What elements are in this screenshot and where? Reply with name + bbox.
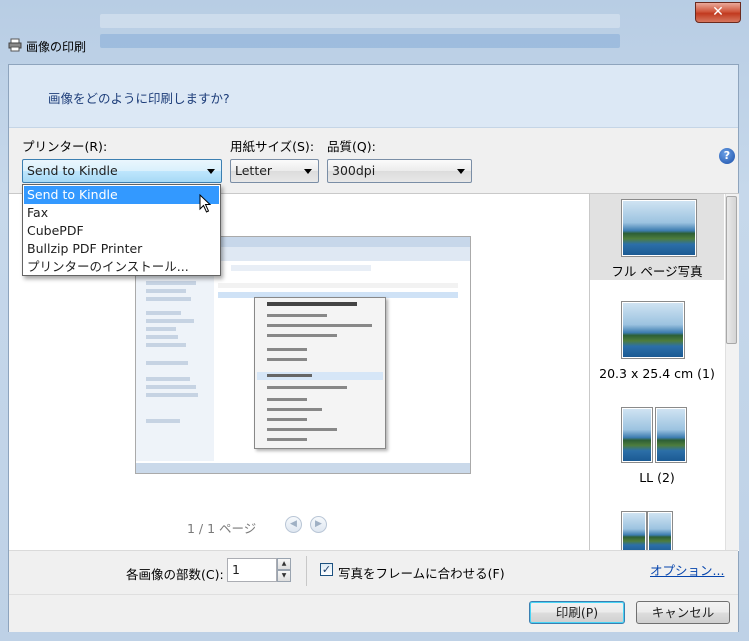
close-button[interactable]: ✕ [695,2,741,23]
layout-item-partial[interactable] [590,506,724,550]
printer-option-fax[interactable]: Fax [24,204,219,222]
window-title: 画像の印刷 [26,40,87,54]
paper-size-label: 用紙サイズ(S): [230,139,315,154]
fit-to-frame-checkbox[interactable]: ✓ [320,563,333,576]
chevron-down-icon [457,169,465,174]
printer-label: プリンター(R): [22,139,108,154]
spin-down-button[interactable]: ▼ [277,570,291,582]
layout-label: LL (2) [639,470,675,485]
layout-item-20x25[interactable]: 20.3 x 25.4 cm (1) [590,296,724,386]
spin-up-button[interactable]: ▲ [277,558,291,570]
quality-label: 品質(Q): [327,139,376,154]
background-window-ghost [60,0,680,62]
photo-thumbnail [648,512,672,550]
photo-thumbnail [622,408,652,462]
quality-select[interactable]: 300dpi [327,159,472,183]
layout-label: 20.3 x 25.4 cm (1) [599,366,715,381]
photo-thumbnail [622,200,696,256]
mouse-cursor-icon [199,194,212,213]
printer-icon [8,38,22,52]
copies-label: 各画像の部数(C): [126,567,224,582]
printer-select[interactable]: Send to Kindle [22,159,222,183]
photo-thumbnail [656,408,686,462]
printer-option-bullzip[interactable]: Bullzip PDF Printer [24,240,219,258]
print-button[interactable]: 印刷(P) [529,601,625,624]
cancel-button[interactable]: キャンセル [636,601,730,624]
scrollbar-thumb[interactable] [726,196,737,344]
layout-label: フル ページ写真 [611,264,703,279]
page-indicator: 1 / 1 ページ [187,521,257,536]
next-page-button[interactable]: ▶ [310,516,327,533]
paper-size-select[interactable]: Letter [230,159,319,183]
separator [306,556,307,586]
options-link[interactable]: オプション... [650,560,724,579]
paper-size-value: Letter [235,163,273,178]
copies-input[interactable]: 1 [227,558,277,582]
printer-option-cubepdf[interactable]: CubePDF [24,222,219,240]
quality-value: 300dpi [332,163,376,178]
dialog-question: 画像をどのように印刷しますか? [48,91,230,106]
chevron-down-icon [207,169,215,174]
layout-item-ll[interactable]: LL (2) [590,402,724,492]
button-band [9,594,738,632]
photo-thumbnail [622,512,646,550]
printer-dropdown-list: Send to Kindle Fax CubePDF Bullzip PDF P… [22,184,221,276]
photo-thumbnail [622,302,684,358]
chevron-down-icon [304,169,312,174]
layout-item-full-page[interactable]: フル ページ写真 [590,194,724,280]
printer-option-send-to-kindle[interactable]: Send to Kindle [24,186,219,204]
fit-to-frame-label[interactable]: 写真をフレームに合わせる(F) [338,563,505,582]
printer-option-install[interactable]: プリンターのインストール... [24,258,219,276]
printer-select-value: Send to Kindle [27,163,118,178]
help-icon[interactable]: ? [719,148,735,164]
prev-page-button[interactable]: ◀ [285,516,302,533]
